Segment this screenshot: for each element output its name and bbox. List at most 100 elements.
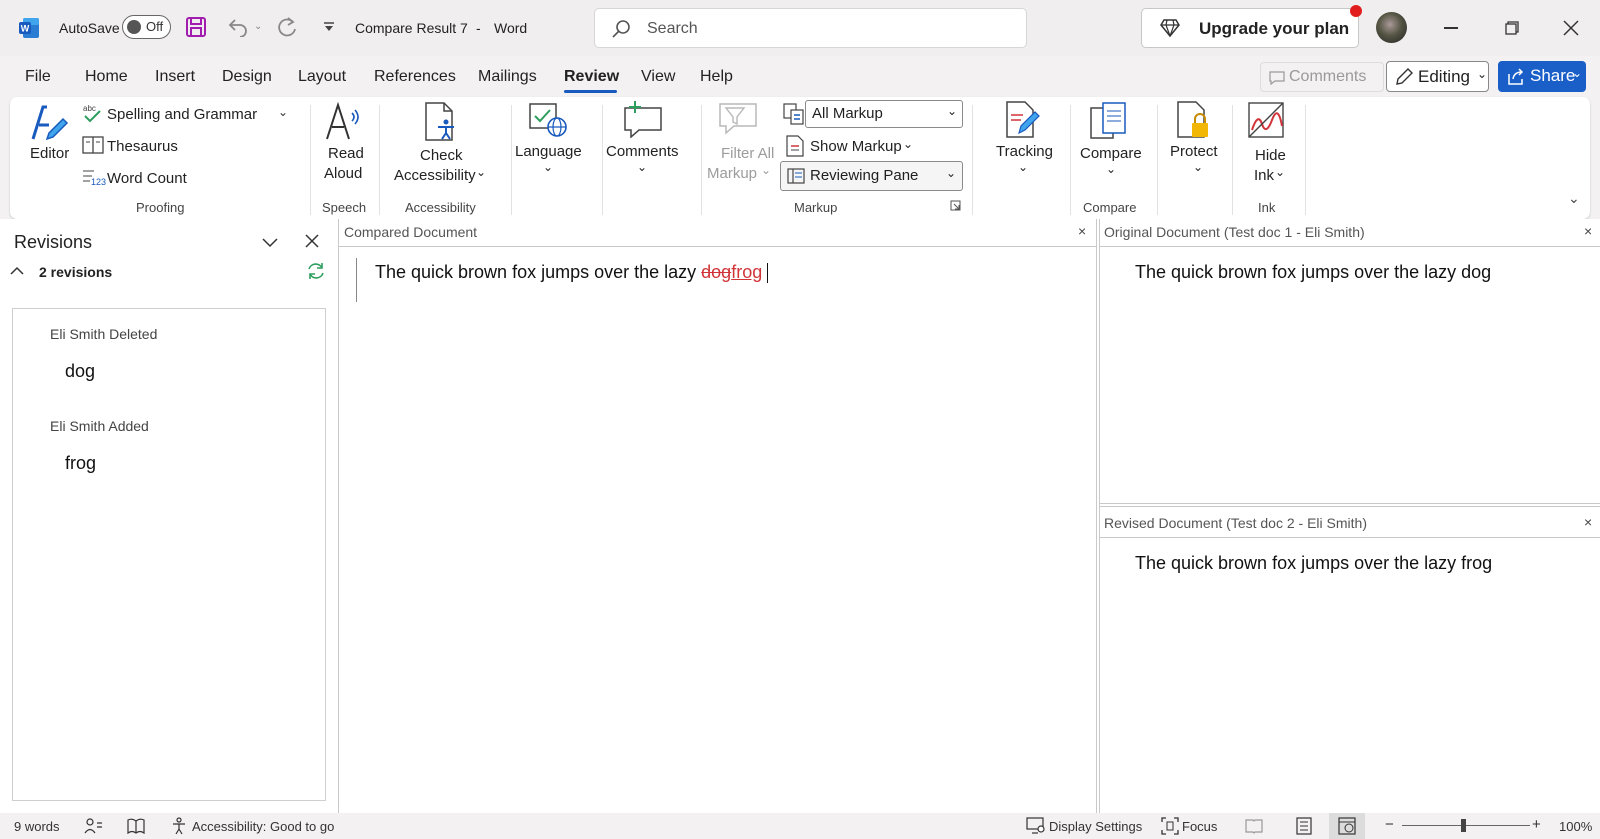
read-mode-icon[interactable] (1245, 818, 1263, 834)
toggle-knob (127, 20, 141, 34)
compared-document-body[interactable]: The quick brown fox jumps over the lazy … (375, 262, 769, 284)
chevron-up-icon[interactable] (10, 266, 24, 276)
zoom-slider-track[interactable] (1402, 825, 1530, 826)
check-accessibility-label-line2[interactable]: Accessibility (394, 167, 476, 184)
read-aloud-label-line2[interactable]: Aloud (324, 165, 362, 182)
focus-button[interactable]: Focus (1182, 819, 1217, 834)
chevron-down-icon: ⌄ (1572, 66, 1583, 80)
thesaurus-button[interactable]: Thesaurus (107, 138, 178, 155)
minimize-icon[interactable] (1444, 27, 1458, 29)
customize-qat-icon[interactable] (324, 22, 334, 32)
chevron-down-icon[interactable]: ⌄ (903, 137, 913, 151)
close-compared-icon[interactable]: × (1078, 223, 1086, 239)
editor-button[interactable]: Editor (30, 145, 69, 162)
print-layout-icon[interactable] (1296, 817, 1312, 835)
display-settings-button[interactable]: Display Settings (1049, 819, 1142, 834)
autosave-label: AutoSave (59, 20, 120, 36)
tracking-button[interactable]: Tracking (996, 143, 1053, 160)
chevron-down-icon[interactable] (262, 238, 278, 248)
filter-all-label-line2[interactable]: Markup (707, 165, 757, 182)
close-window-icon[interactable] (1563, 20, 1579, 36)
editing-mode-button[interactable]: Editing ⌄ (1386, 61, 1489, 92)
word-count-status[interactable]: 9 words (14, 819, 60, 834)
compare-button[interactable]: Compare (1080, 145, 1142, 162)
share-button[interactable]: Share ⌄ (1498, 61, 1586, 92)
undo-dropdown-icon[interactable]: ⌄ (254, 21, 262, 32)
text-cursor (767, 263, 769, 284)
check-accessibility-label-line1[interactable]: Check (420, 147, 463, 164)
chevron-down-icon[interactable]: ⌄ (1106, 162, 1116, 176)
close-original-icon[interactable]: × (1584, 223, 1592, 239)
search-box[interactable]: Search (594, 8, 1027, 48)
tracking-icon[interactable] (1005, 101, 1041, 139)
word-count-button[interactable]: Word Count (107, 170, 187, 187)
comments-button[interactable]: Comments (1260, 62, 1384, 92)
revision-author-action: Eli Smith Deleted (50, 326, 158, 342)
zoom-slider-thumb[interactable] (1461, 819, 1466, 832)
dialog-launcher-icon[interactable] (950, 200, 961, 211)
show-markup-button[interactable]: Show Markup (810, 138, 902, 155)
tab-references[interactable]: References (374, 68, 456, 86)
zoom-in-icon[interactable]: + (1532, 816, 1541, 833)
compare-group-label: Compare (1083, 200, 1137, 215)
book-icon[interactable] (127, 818, 145, 834)
close-revised-icon[interactable]: × (1584, 514, 1592, 530)
protect-icon[interactable] (1176, 101, 1212, 139)
spelling-grammar-button[interactable]: Spelling and Grammar (107, 106, 257, 123)
tab-layout[interactable]: Layout (298, 68, 346, 86)
restore-icon[interactable] (1505, 21, 1519, 35)
read-aloud-icon[interactable] (324, 101, 364, 141)
language-button[interactable]: Language (515, 143, 582, 160)
upgrade-plan-button[interactable]: Upgrade your plan (1141, 8, 1359, 48)
language-icon[interactable] (528, 102, 568, 138)
chevron-down-icon[interactable]: ⌄ (637, 160, 647, 174)
protect-button[interactable]: Protect (1170, 143, 1218, 160)
original-document-text[interactable]: The quick brown fox jumps over the lazy … (1135, 262, 1491, 283)
hide-ink-label-line2[interactable]: Ink (1254, 167, 1274, 184)
chevron-down-icon[interactable]: ⌄ (761, 163, 771, 177)
hide-ink-icon[interactable] (1248, 102, 1286, 142)
new-comment-icon[interactable] (623, 100, 663, 138)
zoom-level[interactable]: 100% (1559, 819, 1592, 834)
chevron-down-icon[interactable]: ⌄ (543, 160, 553, 174)
comments-ribbon-button[interactable]: Comments (606, 143, 679, 160)
close-pane-icon[interactable] (305, 234, 319, 248)
tab-home[interactable]: Home (85, 68, 128, 86)
undo-icon[interactable] (226, 17, 248, 37)
tab-file[interactable]: File (25, 68, 51, 86)
web-layout-button[interactable] (1329, 813, 1365, 839)
redo-icon[interactable] (276, 16, 298, 38)
editor-icon[interactable] (29, 103, 69, 143)
markup-group-label: Markup (794, 200, 838, 215)
display-for-review-value: All Markup (812, 105, 883, 122)
revised-document-text[interactable]: The quick brown fox jumps over the lazy … (1135, 553, 1492, 574)
reviewing-pane-button[interactable]: Reviewing Pane ⌄ (780, 161, 963, 191)
zoom-out-icon[interactable]: − (1385, 816, 1394, 833)
check-accessibility-icon[interactable] (424, 102, 460, 142)
compare-icon[interactable] (1090, 102, 1128, 142)
filter-all-label-line1[interactable]: Filter All (721, 145, 774, 162)
tab-mailings[interactable]: Mailings (478, 68, 537, 86)
tab-help[interactable]: Help (700, 68, 733, 86)
read-aloud-label-line1[interactable]: Read (328, 145, 364, 162)
accessibility-status[interactable]: Accessibility: Good to go (192, 819, 334, 834)
ribbon-collapse-icon[interactable]: ⌄ (1568, 190, 1580, 207)
chevron-down-icon[interactable]: ⌄ (1193, 160, 1203, 174)
chevron-down-icon[interactable]: ⌄ (1275, 165, 1285, 179)
display-for-review-dropdown[interactable]: All Markup ⌄ (805, 100, 963, 128)
save-icon[interactable] (185, 16, 207, 38)
tab-view[interactable]: View (641, 68, 675, 86)
tab-design[interactable]: Design (222, 68, 272, 86)
chevron-down-icon[interactable]: ⌄ (278, 105, 288, 119)
autosave-toggle[interactable]: Off (122, 15, 171, 39)
group-divider (379, 105, 380, 215)
tab-review[interactable]: Review (564, 68, 619, 86)
hide-ink-label-line1[interactable]: Hide (1255, 147, 1286, 164)
group-divider (701, 105, 702, 215)
avatar[interactable] (1376, 12, 1407, 43)
text-predictions-icon[interactable] (84, 817, 104, 835)
chevron-down-icon[interactable]: ⌄ (476, 165, 486, 179)
tab-insert[interactable]: Insert (155, 68, 195, 86)
chevron-down-icon[interactable]: ⌄ (1018, 160, 1028, 174)
refresh-icon[interactable] (306, 261, 326, 281)
